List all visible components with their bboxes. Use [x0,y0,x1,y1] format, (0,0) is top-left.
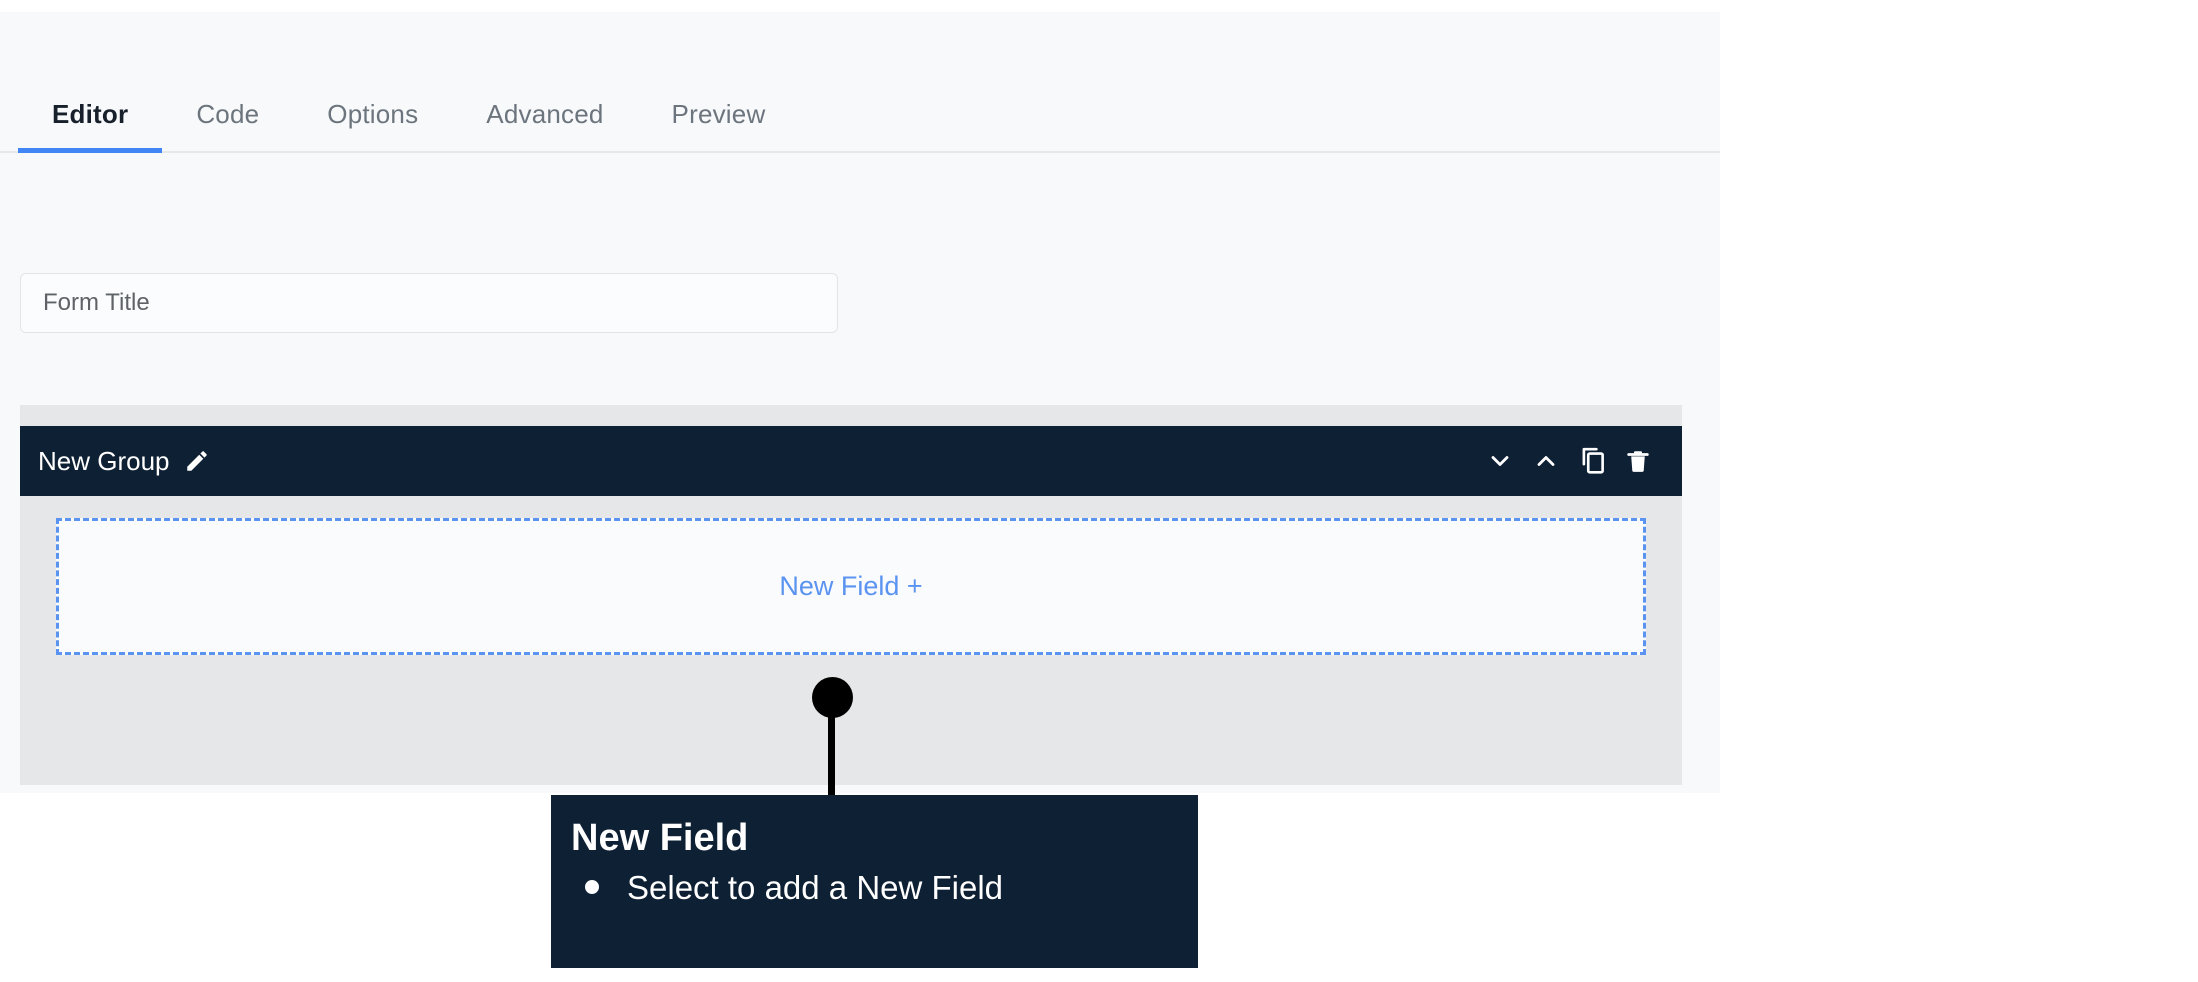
callout-tooltip: New Field Select to add a New Field [551,795,1198,968]
screen-root: Editor Code Options Advanced Preview New… [0,0,2198,982]
bullet-icon [585,880,599,895]
new-field-dropzone[interactable]: New Field + [56,518,1646,655]
chevron-up-icon[interactable] [1526,439,1566,483]
list-item: Select to add a New Field [571,867,1174,908]
page-surface: Editor Code Options Advanced Preview New… [0,12,1720,793]
pencil-icon[interactable] [184,448,210,474]
tab-bar: Editor Code Options Advanced Preview [0,12,1720,153]
tab-code[interactable]: Code [162,101,293,151]
trash-icon[interactable] [1618,439,1658,483]
new-field-label: New Field + [779,571,923,601]
tab-editor[interactable]: Editor [18,101,163,153]
callout-anchor-dot [812,677,853,718]
callout-title: New Field [571,817,749,859]
group-header: New Group [20,426,1682,496]
tab-options[interactable]: Options [293,101,452,151]
group-actions [1480,439,1658,483]
chevron-down-icon[interactable] [1480,439,1520,483]
tab-advanced[interactable]: Advanced [452,101,637,151]
form-title-input[interactable] [20,273,838,333]
callout-item-text: Select to add a New Field [627,868,1004,906]
group-title: New Group [38,446,170,476]
group-panel: New Group New Field + [20,405,1682,785]
callout-list: Select to add a New Field [571,867,1174,908]
copy-icon[interactable] [1572,439,1612,483]
tab-preview[interactable]: Preview [638,101,800,151]
group-title-wrap: New Group [38,448,210,474]
tab-list: Editor Code Options Advanced Preview [18,101,800,153]
